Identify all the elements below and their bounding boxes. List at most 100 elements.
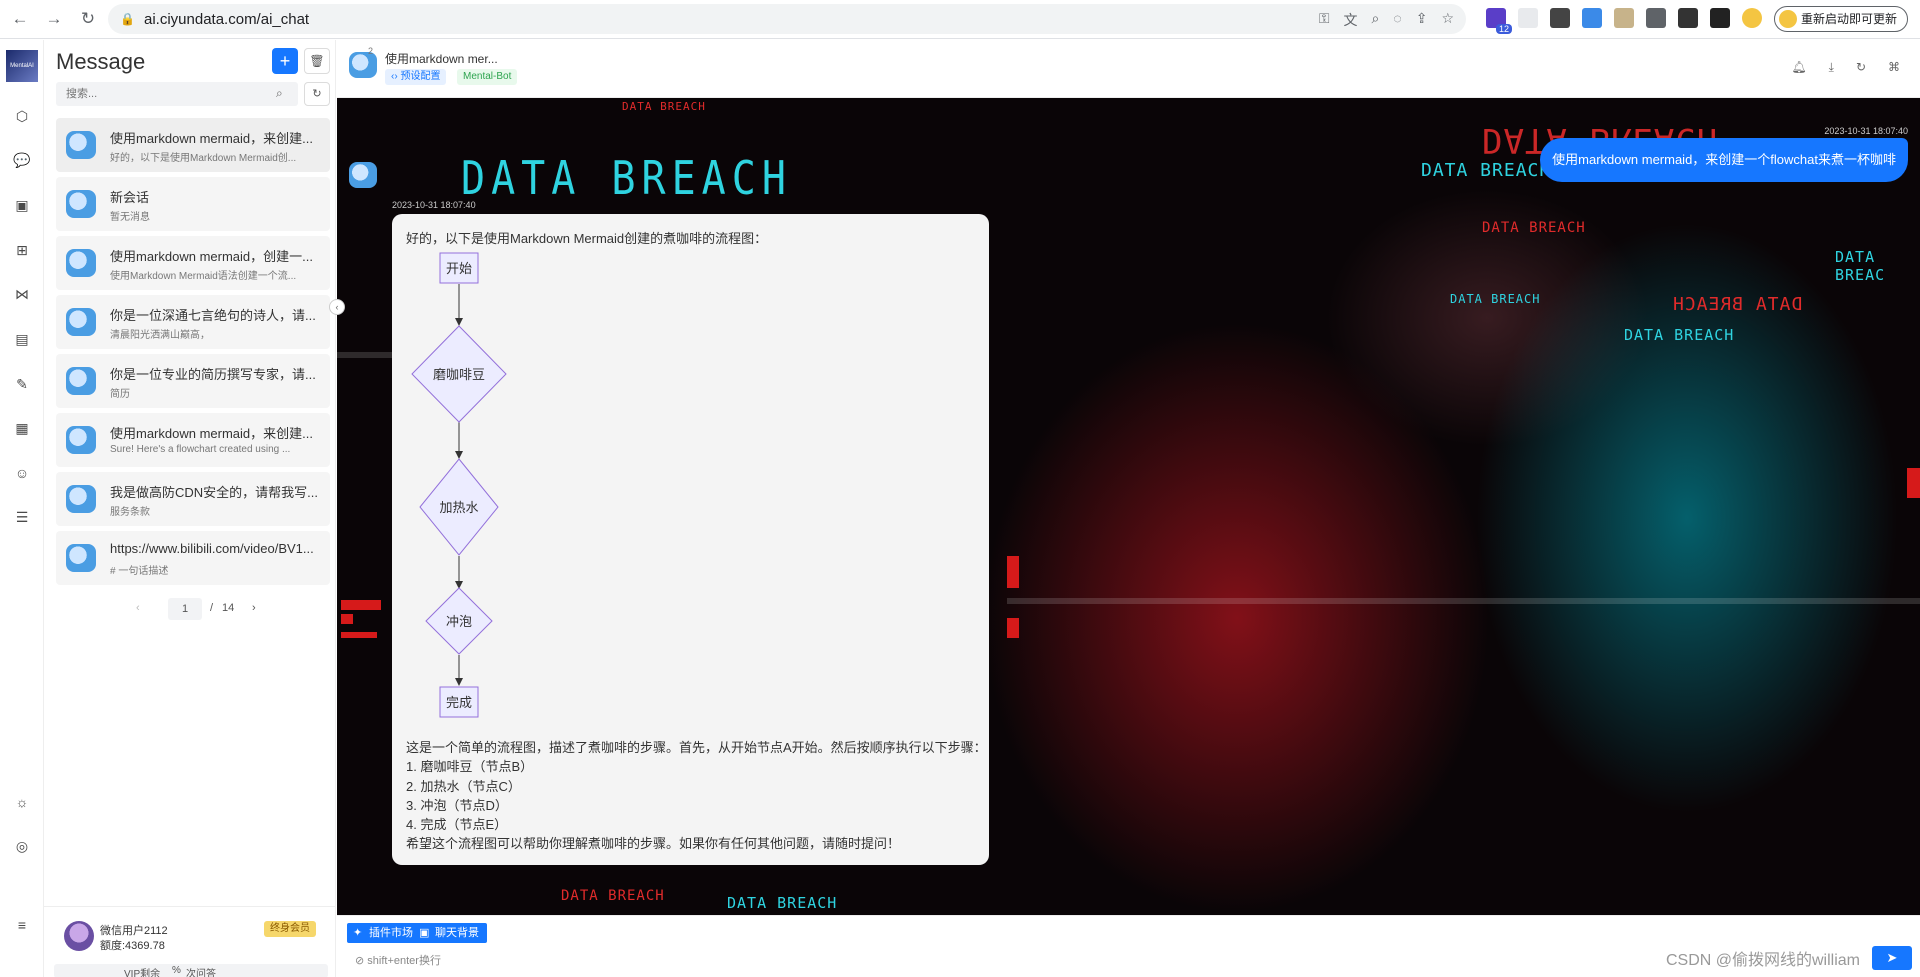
forward-icon[interactable]: → [40, 5, 68, 33]
session-preview: # 一句话描述 [110, 566, 169, 577]
flow-node-start-label: 开始 [446, 261, 472, 276]
delete-all-button[interactable]: 🗑 [304, 48, 330, 74]
apps-icon[interactable]: ⊞ [12, 240, 32, 260]
vip-badge[interactable]: 终身会员 [264, 921, 316, 937]
collapse-sidebar-toggle[interactable]: ‹ [329, 299, 345, 315]
new-chat-button[interactable]: + [272, 48, 298, 74]
session-title: 使用markdown mermaid，来创建... [110, 426, 313, 441]
image-icon[interactable]: ▣ [12, 195, 32, 215]
list-icon[interactable]: ☰ [12, 507, 32, 527]
settings-icon[interactable]: ◎ [12, 836, 32, 856]
session-item[interactable]: 你是一位深通七言绝句的诗人，请... 清晨阳光洒满山巅高， [56, 295, 330, 349]
preset-config-tag[interactable]: ‹› 预设配置 [385, 69, 447, 85]
bot-message-card[interactable]: 好的，以下是使用Markdown Mermaid创建的煮咖啡的流程图： 开始 磨… [392, 214, 989, 865]
extension-icon[interactable] [1518, 8, 1538, 28]
puzzle-icon[interactable] [1646, 8, 1666, 28]
page-current[interactable]: 1 [168, 598, 202, 620]
flow-node-done-label: 完成 [446, 695, 472, 710]
restart-update-button[interactable]: 重新启动即可更新 [1773, 6, 1908, 32]
session-item[interactable]: 我是做高防CDN安全的，请帮我写... 服务条款 [56, 472, 330, 526]
bg-glitch-block [1007, 618, 1019, 638]
bookmark-star-icon[interactable]: ☆ [1441, 10, 1454, 30]
flowchart-diagram: 开始 磨咖啡豆 加热水 冲泡 完成 [411, 252, 507, 718]
search-icon[interactable]: ⌕ [276, 86, 283, 101]
edit-icon[interactable]: ✎ [12, 374, 32, 394]
extension-icon[interactable] [1582, 8, 1602, 28]
download-icon[interactable]: ⤓ [1829, 60, 1834, 75]
profile-icon[interactable] [1742, 8, 1762, 28]
bg-glitch-block [341, 614, 353, 624]
refresh-icon[interactable]: ↻ [1856, 60, 1866, 75]
document-icon[interactable]: ▤ [12, 329, 32, 349]
address-bar[interactable]: 🔒 ai.ciyundata.com/ai_chat ⚿ 文 ⌕ ◌ ⇪ ☆ [108, 4, 1466, 34]
bg-glitch-text: DATA BREACH [1421, 160, 1552, 181]
input-hint[interactable]: ⊘ shift+enter换行 [355, 952, 441, 968]
summary-line: 4. 完成（节点E） [406, 817, 508, 833]
share-nodes-icon[interactable]: ⋈ [12, 284, 32, 304]
user-message-bubble[interactable]: 使用markdown mermaid，来创建一个flowchat来煮一杯咖啡 [1540, 138, 1908, 182]
chevron-left-icon[interactable]: ‹ [136, 602, 140, 614]
bot-avatar [66, 308, 96, 336]
session-item[interactable]: 新会话 暂无消息 [56, 177, 330, 231]
bot-avatar [66, 485, 96, 513]
chart-icon[interactable]: ▦ [12, 418, 32, 438]
session-item[interactable]: 使用markdown mermaid，创建一... 使用Markdown Mer… [56, 236, 330, 290]
plugin-market-button[interactable]: ✦ 插件市场 [347, 923, 421, 943]
refresh-button[interactable]: ↻ [304, 82, 330, 106]
sidepanel-icon[interactable] [1710, 8, 1730, 28]
cube-icon[interactable]: ⬡ [12, 106, 32, 126]
eye-off-icon[interactable]: ◌ [1393, 10, 1401, 30]
extension-icon[interactable] [1614, 8, 1634, 28]
session-preview: 清晨阳光洒满山巅高， [110, 330, 210, 341]
menu-collapse-icon[interactable]: ≡ [12, 915, 32, 935]
chat-background-button[interactable]: ▣ 聊天背景 [413, 923, 487, 943]
avatar[interactable] [64, 921, 94, 951]
command-icon[interactable]: ⌘ [1888, 60, 1900, 75]
session-item[interactable]: https://www.bilibili.com/video/BV1... # … [56, 531, 330, 585]
usage-bar: VIP剩余 % 次问答 [54, 964, 328, 977]
reload-icon[interactable]: ↻ [74, 5, 102, 33]
bg-glitch-text: DATA BREACH [461, 152, 792, 206]
session-item[interactable]: 你是一位专业的简历撰写专家，请... 简历 [56, 354, 330, 408]
share-icon[interactable]: ⇪ [1416, 10, 1428, 30]
user-settings-icon[interactable]: ☺ [12, 463, 32, 483]
chevron-right-icon[interactable]: › [252, 602, 256, 614]
user-balance: 额度:4369.78 [100, 940, 165, 952]
bg-glitch-text: DATA BREACH [622, 100, 706, 113]
zoom-icon[interactable]: ⌕ [1372, 10, 1380, 30]
flask-icon[interactable] [1678, 8, 1698, 28]
bot-avatar [66, 426, 96, 454]
bot-avatar [66, 544, 96, 572]
summary-line: 这是一个简单的流程图，描述了煮咖啡的步骤。首先，从开始节点A开始。然后按顺序执行… [406, 740, 987, 755]
chat-header: 2 使用markdown mer... ‹› 预设配置 Mental-Bot 🔔… [337, 40, 1920, 98]
summary-line: 希望这个流程图可以帮助你理解煮咖啡的步骤。如果你有任何其他问题，请随时提问！ [406, 836, 901, 852]
bot-summary: 这是一个简单的流程图，描述了煮咖啡的步骤。首先，从开始节点A开始。然后按顺序执行… [406, 738, 987, 854]
bg-glitch-block [1907, 468, 1920, 498]
session-item[interactable]: 使用markdown mermaid，来创建... 好的，以下是使用Markdo… [56, 118, 330, 172]
session-title: 我是做高防CDN安全的，请帮我写... [110, 485, 319, 500]
bg-glitch-text: DATA BREACH [1624, 326, 1735, 344]
key-icon[interactable]: ⚿ [1319, 10, 1330, 30]
bg-glitch-text: DATA BREACH [1450, 292, 1541, 306]
plugin-market-label: 插件市场 [369, 927, 413, 939]
send-button[interactable]: ➤ [1872, 946, 1912, 970]
preset-config-label: 预设配置 [400, 71, 441, 82]
extension-icon[interactable] [1550, 8, 1570, 28]
chat-icon[interactable]: 💬 [12, 150, 32, 170]
search-input[interactable] [56, 82, 298, 106]
session-title: 新会话 [110, 190, 150, 205]
session-title: 使用markdown mermaid，创建一... [110, 249, 313, 264]
message-timestamp: 2023-10-31 18:07:40 [1824, 126, 1908, 136]
extension-icon[interactable]: 12 [1486, 8, 1512, 34]
app-logo[interactable]: MentalAI [6, 50, 38, 82]
translate-icon[interactable]: 文 [1344, 10, 1358, 30]
url-text[interactable]: ai.ciyundata.com/ai_chat [144, 11, 309, 28]
session-item[interactable]: 使用markdown mermaid，来创建... Sure! Here's a… [56, 413, 330, 467]
session-list: 使用markdown mermaid，来创建... 好的，以下是使用Markdo… [56, 118, 330, 590]
session-title: 你是一位深通七言绝句的诗人，请... [110, 308, 316, 323]
sun-icon[interactable]: ☼ [12, 792, 32, 812]
bell-icon[interactable]: 🔔︎ [1791, 60, 1806, 75]
session-title: 使用markdown mermaid，来创建... [110, 131, 313, 146]
session-preview: 暂无消息 [110, 212, 150, 223]
back-icon[interactable]: ← [6, 5, 34, 33]
